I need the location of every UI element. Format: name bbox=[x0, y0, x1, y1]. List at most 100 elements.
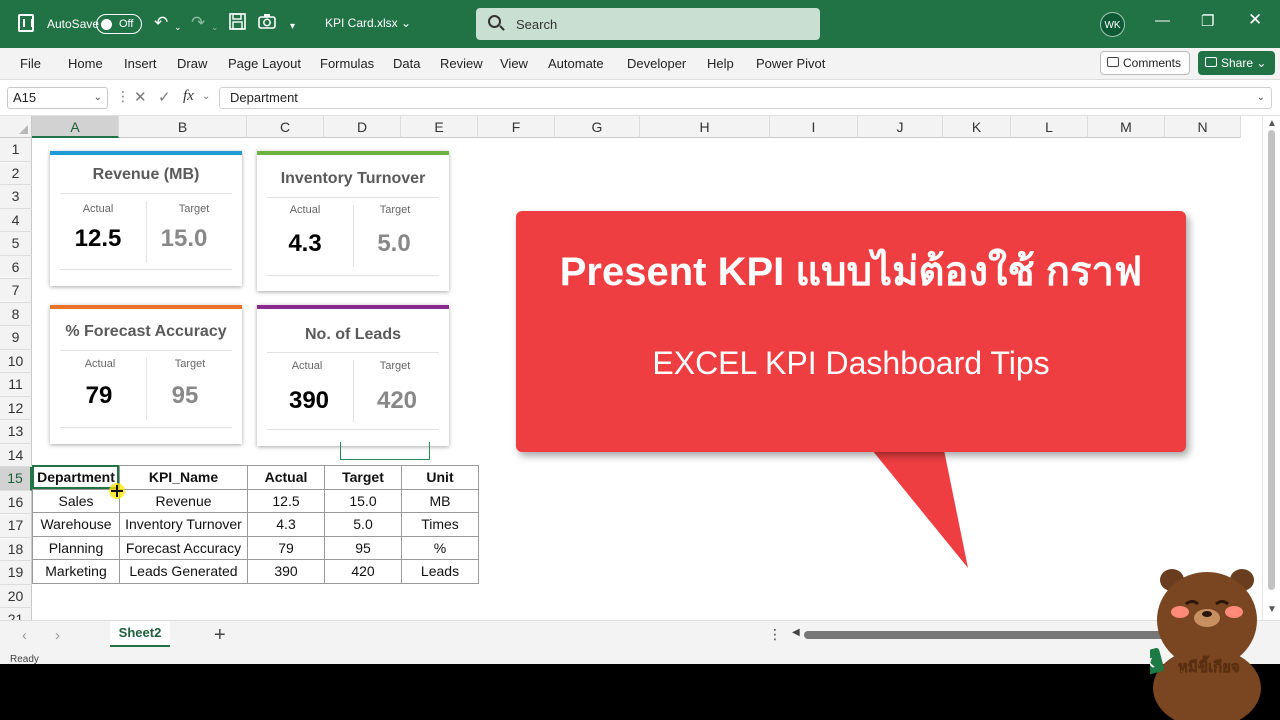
header-cell-unit[interactable]: Unit bbox=[401, 465, 479, 490]
select-all-button[interactable] bbox=[0, 116, 32, 138]
tab-help[interactable]: Help bbox=[707, 56, 734, 71]
undo-dropdown-icon[interactable]: ⌄ bbox=[174, 17, 182, 37]
column-header-n[interactable]: N bbox=[1165, 116, 1241, 138]
tab-formulas[interactable]: Formulas bbox=[320, 56, 374, 71]
kpi-card-inventory-turnover[interactable]: Inventory Turnover Actual Target 4.3 5.0 bbox=[257, 151, 449, 291]
table-cell[interactable]: Revenue bbox=[119, 488, 248, 513]
add-sheet-icon[interactable]: + bbox=[214, 624, 226, 647]
column-header-e[interactable]: E bbox=[401, 116, 478, 138]
table-cell[interactable]: Leads Generated bbox=[119, 559, 248, 584]
scrollbar-thumb[interactable] bbox=[1268, 130, 1275, 590]
worksheet[interactable]: A B C D E F G H I J K L M N 1 2 3 4 5 6 … bbox=[0, 116, 1280, 620]
row-header-5[interactable]: 5 bbox=[0, 232, 32, 256]
row-header-18[interactable]: 18 bbox=[0, 537, 32, 561]
tab-file[interactable]: File bbox=[20, 56, 41, 71]
tab-view[interactable]: View bbox=[500, 56, 528, 71]
table-cell[interactable]: Times bbox=[401, 512, 479, 537]
share-button[interactable]: Share ⌄ bbox=[1198, 51, 1276, 75]
kpi-card-no-of-leads[interactable]: No. of Leads Actual Target 390 420 bbox=[257, 305, 449, 446]
tab-automate[interactable]: Automate bbox=[548, 56, 604, 71]
table-cell[interactable]: MB bbox=[401, 488, 479, 513]
table-cell[interactable]: 15.0 bbox=[324, 488, 402, 513]
comments-button[interactable]: Comments bbox=[1100, 51, 1191, 75]
column-header-a[interactable]: A bbox=[32, 116, 119, 138]
column-header-f[interactable]: F bbox=[478, 116, 555, 138]
search-box[interactable]: Search bbox=[476, 8, 820, 40]
scroll-left-icon[interactable]: ◀ bbox=[792, 627, 800, 638]
table-cell[interactable]: 12.5 bbox=[247, 488, 325, 513]
column-header-i[interactable]: I bbox=[770, 116, 858, 138]
formula-input[interactable]: Department ⌄ bbox=[219, 87, 1272, 109]
function-dropdown-icon[interactable]: ⌄ bbox=[202, 91, 210, 102]
minimize-icon[interactable]: — bbox=[1155, 12, 1170, 29]
header-cell-kpi-name[interactable]: KPI_Name bbox=[119, 465, 248, 490]
file-title[interactable]: KPI Card.xlsx ⌄ bbox=[325, 16, 411, 30]
row-header-14[interactable]: 14 bbox=[0, 443, 32, 467]
kpi-card-forecast-accuracy[interactable]: % Forecast Accuracy Actual Target 79 95 bbox=[50, 305, 242, 444]
header-cell-target[interactable]: Target bbox=[324, 465, 402, 490]
tab-home[interactable]: Home bbox=[68, 56, 103, 71]
tab-draw[interactable]: Draw bbox=[177, 56, 207, 71]
row-header-3[interactable]: 3 bbox=[0, 185, 32, 209]
redo-dropdown-icon[interactable]: ⌄ bbox=[211, 17, 219, 37]
redo-icon[interactable]: ↷ bbox=[191, 13, 205, 33]
name-box[interactable]: A15 ⌄ bbox=[7, 87, 108, 109]
table-cell[interactable]: % bbox=[401, 535, 479, 560]
save-icon[interactable] bbox=[229, 13, 246, 35]
column-header-c[interactable]: C bbox=[247, 116, 324, 138]
table-cell[interactable]: Planning bbox=[32, 535, 120, 560]
table-cell[interactable]: Marketing bbox=[32, 559, 120, 584]
prev-sheet-icon[interactable]: ‹ bbox=[22, 627, 27, 644]
row-header-11[interactable]: 11 bbox=[0, 373, 32, 397]
table-cell[interactable]: Warehouse bbox=[32, 512, 120, 537]
table-cell[interactable]: 420 bbox=[324, 559, 402, 584]
row-header-13[interactable]: 13 bbox=[0, 420, 32, 444]
more-options-icon[interactable]: ⋮ bbox=[116, 88, 130, 105]
next-sheet-icon[interactable]: › bbox=[55, 627, 60, 644]
row-header-7[interactable]: 7 bbox=[0, 279, 32, 303]
column-header-g[interactable]: G bbox=[555, 116, 640, 138]
table-cell[interactable]: 95 bbox=[324, 535, 402, 560]
undo-icon[interactable]: ↶ bbox=[154, 13, 168, 33]
camera-icon[interactable] bbox=[258, 13, 276, 34]
enter-icon[interactable]: ✓ bbox=[158, 88, 171, 106]
tab-power-pivot[interactable]: Power Pivot bbox=[756, 56, 825, 71]
row-header-12[interactable]: 12 bbox=[0, 396, 32, 420]
table-cell[interactable]: 5.0 bbox=[324, 512, 402, 537]
table-cell[interactable]: 4.3 bbox=[247, 512, 325, 537]
table-cell[interactable]: Forecast Accuracy bbox=[119, 535, 248, 560]
row-header-9[interactable]: 9 bbox=[0, 326, 32, 350]
row-header-17[interactable]: 17 bbox=[0, 514, 32, 538]
scrollbar-thumb[interactable] bbox=[804, 631, 1204, 639]
tab-page-layout[interactable]: Page Layout bbox=[228, 56, 301, 71]
column-header-k[interactable]: K bbox=[943, 116, 1011, 138]
cancel-icon[interactable]: ✕ bbox=[134, 88, 147, 106]
restore-icon[interactable]: ❐ bbox=[1201, 12, 1214, 30]
close-icon[interactable]: ✕ bbox=[1248, 10, 1262, 30]
sheet-tab-sheet2[interactable]: Sheet2 bbox=[110, 621, 170, 647]
more-sheets-icon[interactable]: ⋮ bbox=[768, 626, 782, 643]
kpi-card-revenue[interactable]: Revenue (MB) Actual Target 12.5 15.0 bbox=[50, 151, 242, 286]
vertical-scrollbar[interactable]: ▲ ▼ bbox=[1262, 116, 1280, 620]
table-cell[interactable]: Leads bbox=[401, 559, 479, 584]
row-header-10[interactable]: 10 bbox=[0, 349, 32, 373]
row-header-19[interactable]: 19 bbox=[0, 561, 32, 585]
row-header-21[interactable]: 21 bbox=[0, 608, 32, 620]
column-header-d[interactable]: D bbox=[324, 116, 401, 138]
customize-toolbar-icon[interactable]: ▾ bbox=[290, 17, 295, 37]
header-cell-department[interactable]: Department bbox=[32, 465, 120, 490]
row-header-15[interactable]: 15 bbox=[0, 467, 32, 491]
row-header-2[interactable]: 2 bbox=[0, 161, 32, 185]
avatar[interactable]: WK bbox=[1100, 12, 1125, 37]
tab-data[interactable]: Data bbox=[393, 56, 420, 71]
insert-function-icon[interactable]: fx bbox=[183, 88, 194, 105]
tab-insert[interactable]: Insert bbox=[124, 56, 157, 71]
column-header-m[interactable]: M bbox=[1088, 116, 1165, 138]
table-cell[interactable]: Inventory Turnover bbox=[119, 512, 248, 537]
tab-developer[interactable]: Developer bbox=[627, 56, 686, 71]
row-header-20[interactable]: 20 bbox=[0, 584, 32, 608]
column-header-h[interactable]: H bbox=[640, 116, 770, 138]
row-header-4[interactable]: 4 bbox=[0, 208, 32, 232]
scroll-up-icon[interactable]: ▲ bbox=[1267, 118, 1277, 129]
header-cell-actual[interactable]: Actual bbox=[247, 465, 325, 490]
